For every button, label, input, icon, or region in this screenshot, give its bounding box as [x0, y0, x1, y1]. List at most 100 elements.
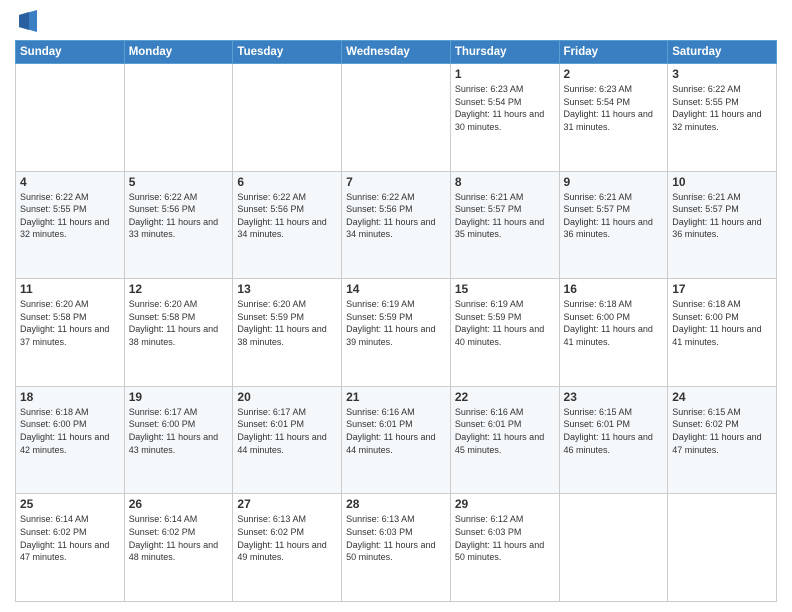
- day-number: 7: [346, 175, 446, 189]
- day-number: 20: [237, 390, 337, 404]
- day-info: Sunrise: 6:21 AM Sunset: 5:57 PM Dayligh…: [672, 191, 772, 241]
- weekday-header-wednesday: Wednesday: [342, 41, 451, 64]
- day-info: Sunrise: 6:18 AM Sunset: 6:00 PM Dayligh…: [20, 406, 120, 456]
- day-info: Sunrise: 6:22 AM Sunset: 5:56 PM Dayligh…: [237, 191, 337, 241]
- calendar-cell: 10 Sunrise: 6:21 AM Sunset: 5:57 PM Dayli…: [668, 171, 777, 279]
- calendar-cell: 29 Sunrise: 6:12 AM Sunset: 6:03 PM Dayli…: [450, 494, 559, 602]
- day-info: Sunrise: 6:19 AM Sunset: 5:59 PM Dayligh…: [346, 298, 446, 348]
- page: SundayMondayTuesdayWednesdayThursdayFrid…: [0, 0, 792, 612]
- day-number: 15: [455, 282, 555, 296]
- day-number: 11: [20, 282, 120, 296]
- day-info: Sunrise: 6:17 AM Sunset: 6:00 PM Dayligh…: [129, 406, 229, 456]
- day-info: Sunrise: 6:13 AM Sunset: 6:03 PM Dayligh…: [346, 513, 446, 563]
- day-info: Sunrise: 6:12 AM Sunset: 6:03 PM Dayligh…: [455, 513, 555, 563]
- calendar-cell: [16, 64, 125, 172]
- day-number: 1: [455, 67, 555, 81]
- day-info: Sunrise: 6:22 AM Sunset: 5:55 PM Dayligh…: [672, 83, 772, 133]
- day-info: Sunrise: 6:22 AM Sunset: 5:55 PM Dayligh…: [20, 191, 120, 241]
- calendar-cell: 18 Sunrise: 6:18 AM Sunset: 6:00 PM Dayli…: [16, 386, 125, 494]
- logo: [15, 10, 37, 32]
- calendar-cell: 7 Sunrise: 6:22 AM Sunset: 5:56 PM Daylig…: [342, 171, 451, 279]
- calendar-week-5: 25 Sunrise: 6:14 AM Sunset: 6:02 PM Dayli…: [16, 494, 777, 602]
- day-info: Sunrise: 6:19 AM Sunset: 5:59 PM Dayligh…: [455, 298, 555, 348]
- calendar-cell: 12 Sunrise: 6:20 AM Sunset: 5:58 PM Dayli…: [124, 279, 233, 387]
- day-info: Sunrise: 6:17 AM Sunset: 6:01 PM Dayligh…: [237, 406, 337, 456]
- weekday-header-sunday: Sunday: [16, 41, 125, 64]
- calendar-cell: [668, 494, 777, 602]
- day-info: Sunrise: 6:14 AM Sunset: 6:02 PM Dayligh…: [129, 513, 229, 563]
- day-info: Sunrise: 6:18 AM Sunset: 6:00 PM Dayligh…: [672, 298, 772, 348]
- calendar-cell: [233, 64, 342, 172]
- calendar-cell: 15 Sunrise: 6:19 AM Sunset: 5:59 PM Dayli…: [450, 279, 559, 387]
- calendar-cell: 25 Sunrise: 6:14 AM Sunset: 6:02 PM Dayli…: [16, 494, 125, 602]
- day-number: 3: [672, 67, 772, 81]
- calendar-header-row: SundayMondayTuesdayWednesdayThursdayFrid…: [16, 41, 777, 64]
- header: [15, 10, 777, 32]
- day-number: 29: [455, 497, 555, 511]
- day-number: 16: [564, 282, 664, 296]
- calendar-cell: 13Sunrise: 6:20 AM Sunset: 5:59 PM Dayli…: [233, 279, 342, 387]
- day-number: 22: [455, 390, 555, 404]
- day-number: 6: [237, 175, 337, 189]
- calendar-cell: [342, 64, 451, 172]
- calendar-cell: 2Sunrise: 6:23 AM Sunset: 5:54 PM Daylig…: [559, 64, 668, 172]
- day-info: Sunrise: 6:23 AM Sunset: 5:54 PM Dayligh…: [564, 83, 664, 133]
- calendar-cell: 5 Sunrise: 6:22 AM Sunset: 5:56 PM Daylig…: [124, 171, 233, 279]
- weekday-header-saturday: Saturday: [668, 41, 777, 64]
- calendar-cell: 3 Sunrise: 6:22 AM Sunset: 5:55 PM Daylig…: [668, 64, 777, 172]
- calendar-cell: 19 Sunrise: 6:17 AM Sunset: 6:00 PM Dayli…: [124, 386, 233, 494]
- calendar-cell: 28 Sunrise: 6:13 AM Sunset: 6:03 PM Dayli…: [342, 494, 451, 602]
- day-number: 10: [672, 175, 772, 189]
- day-info: Sunrise: 6:20 AM Sunset: 5:58 PM Dayligh…: [129, 298, 229, 348]
- day-number: 12: [129, 282, 229, 296]
- day-info: Sunrise: 6:23 AM Sunset: 5:54 PM Dayligh…: [455, 83, 555, 133]
- calendar-cell: 14 Sunrise: 6:19 AM Sunset: 5:59 PM Dayli…: [342, 279, 451, 387]
- day-info: Sunrise: 6:15 AM Sunset: 6:01 PM Dayligh…: [564, 406, 664, 456]
- calendar-cell: 1 Sunrise: 6:23 AM Sunset: 5:54 PM Daylig…: [450, 64, 559, 172]
- day-number: 5: [129, 175, 229, 189]
- calendar-cell: 9 Sunrise: 6:21 AM Sunset: 5:57 PM Daylig…: [559, 171, 668, 279]
- calendar-table: SundayMondayTuesdayWednesdayThursdayFrid…: [15, 40, 777, 602]
- day-info: Sunrise: 6:14 AM Sunset: 6:02 PM Dayligh…: [20, 513, 120, 563]
- day-number: 19: [129, 390, 229, 404]
- day-info: Sunrise: 6:21 AM Sunset: 5:57 PM Dayligh…: [564, 191, 664, 241]
- day-number: 26: [129, 497, 229, 511]
- day-number: 24: [672, 390, 772, 404]
- calendar-cell: 26 Sunrise: 6:14 AM Sunset: 6:02 PM Dayli…: [124, 494, 233, 602]
- day-number: 28: [346, 497, 446, 511]
- day-number: 18: [20, 390, 120, 404]
- day-info: Sunrise: 6:13 AM Sunset: 6:02 PM Dayligh…: [237, 513, 337, 563]
- weekday-header-tuesday: Tuesday: [233, 41, 342, 64]
- weekday-header-thursday: Thursday: [450, 41, 559, 64]
- calendar-cell: 23Sunrise: 6:15 AM Sunset: 6:01 PM Dayli…: [559, 386, 668, 494]
- calendar-cell: 16 Sunrise: 6:18 AM Sunset: 6:00 PM Dayli…: [559, 279, 668, 387]
- calendar-cell: 24 Sunrise: 6:15 AM Sunset: 6:02 PM Dayli…: [668, 386, 777, 494]
- calendar-cell: 21 Sunrise: 6:16 AM Sunset: 6:01 PM Dayli…: [342, 386, 451, 494]
- logo-icon: [19, 10, 37, 32]
- calendar-week-3: 11 Sunrise: 6:20 AM Sunset: 5:58 PM Dayli…: [16, 279, 777, 387]
- day-number: 13: [237, 282, 337, 296]
- calendar-week-4: 18 Sunrise: 6:18 AM Sunset: 6:00 PM Dayli…: [16, 386, 777, 494]
- day-info: Sunrise: 6:15 AM Sunset: 6:02 PM Dayligh…: [672, 406, 772, 456]
- calendar-week-1: 1 Sunrise: 6:23 AM Sunset: 5:54 PM Daylig…: [16, 64, 777, 172]
- day-info: Sunrise: 6:22 AM Sunset: 5:56 PM Dayligh…: [346, 191, 446, 241]
- calendar-week-2: 4 Sunrise: 6:22 AM Sunset: 5:55 PM Daylig…: [16, 171, 777, 279]
- weekday-header-monday: Monday: [124, 41, 233, 64]
- calendar-cell: 27 Sunrise: 6:13 AM Sunset: 6:02 PM Dayli…: [233, 494, 342, 602]
- day-info: Sunrise: 6:16 AM Sunset: 6:01 PM Dayligh…: [346, 406, 446, 456]
- weekday-header-friday: Friday: [559, 41, 668, 64]
- day-number: 14: [346, 282, 446, 296]
- day-info: Sunrise: 6:22 AM Sunset: 5:56 PM Dayligh…: [129, 191, 229, 241]
- day-number: 9: [564, 175, 664, 189]
- day-number: 17: [672, 282, 772, 296]
- calendar-cell: 11 Sunrise: 6:20 AM Sunset: 5:58 PM Dayli…: [16, 279, 125, 387]
- day-number: 27: [237, 497, 337, 511]
- calendar-cell: [124, 64, 233, 172]
- day-number: 21: [346, 390, 446, 404]
- calendar-cell: 20 Sunrise: 6:17 AM Sunset: 6:01 PM Dayli…: [233, 386, 342, 494]
- day-number: 4: [20, 175, 120, 189]
- day-number: 25: [20, 497, 120, 511]
- day-info: Sunrise: 6:20 AM Sunset: 5:58 PM Dayligh…: [20, 298, 120, 348]
- day-info: Sunrise: 6:18 AM Sunset: 6:00 PM Dayligh…: [564, 298, 664, 348]
- day-info: Sunrise: 6:21 AM Sunset: 5:57 PM Dayligh…: [455, 191, 555, 241]
